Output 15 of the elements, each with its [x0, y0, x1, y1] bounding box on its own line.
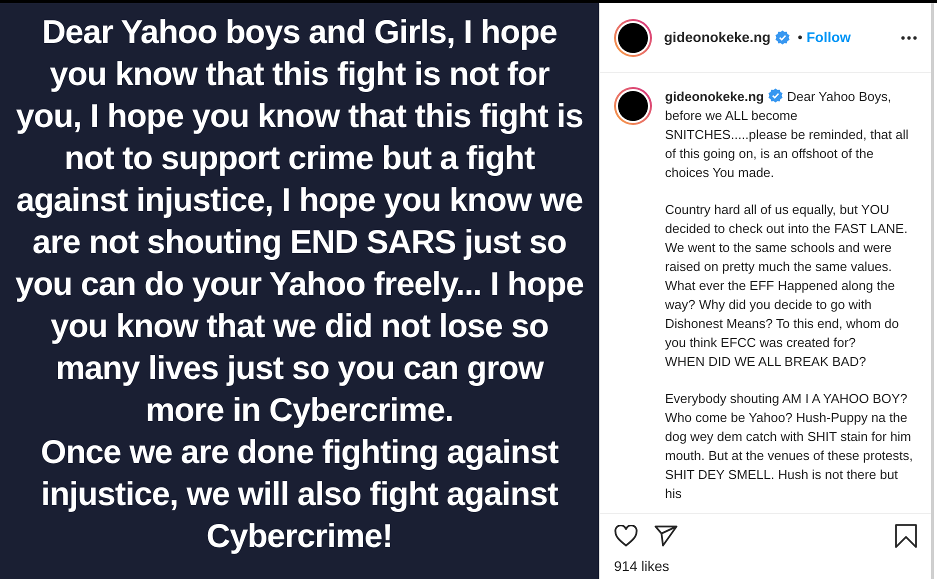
username-link[interactable]: gideonokeke.ng [664, 27, 771, 48]
separator-dot: • [798, 28, 802, 47]
caption-text: gideonokeke.ng Dear Yahoo Boys, before we ALL become SNITCHES.....please be reminded, that all of this going on, is an offshoot of the choices You made. [665, 87, 910, 182]
username-link[interactable]: gideonokeke.ng [665, 89, 764, 104]
caption-text: Country hard all of us equally, but YOU decided to check out into the FAST LANE. We went to the same schools and were raised on pretty much the same values. What ever the EFF Happened along the way? Why did you decide to go with Dishonest Means? To this end, whom do you think EFCC was created for? WHEN DID WE ALL BREAK BAD? [665, 201, 909, 371]
send-icon[interactable] [654, 525, 678, 547]
avatar-icon[interactable] [614, 87, 652, 125]
image-text: Once we are done fighting against injustice, we will also fight against Cybercrime! [40, 432, 560, 556]
image-text: Dear Yahoo boys and Girls, I hope you know that this fight is not for you, I hope you know that this fight is not to support crime but a fight against injustice, I hope you know we are not shouting END SARS just so you can do your Yahoo freely... I hope you know that we did not lose so many lives just so you can grow more in Cybercrime. [14, 12, 585, 430]
bookmark-icon[interactable] [895, 524, 917, 548]
likes-count[interactable]: 914 likes [614, 556, 917, 577]
more-icon[interactable] [901, 36, 917, 40]
heart-icon[interactable] [614, 525, 638, 547]
caption-text: Everybody shouting AM I A YAHOO BOY? Who come be Yahoo? Hush-Puppy na the dog wey dem catch with SHIT stain for him mouth. But at the venues of these protests, SHIT DEY SMELL. Hush is not there but his [665, 390, 913, 503]
avatar-icon[interactable] [614, 18, 652, 56]
